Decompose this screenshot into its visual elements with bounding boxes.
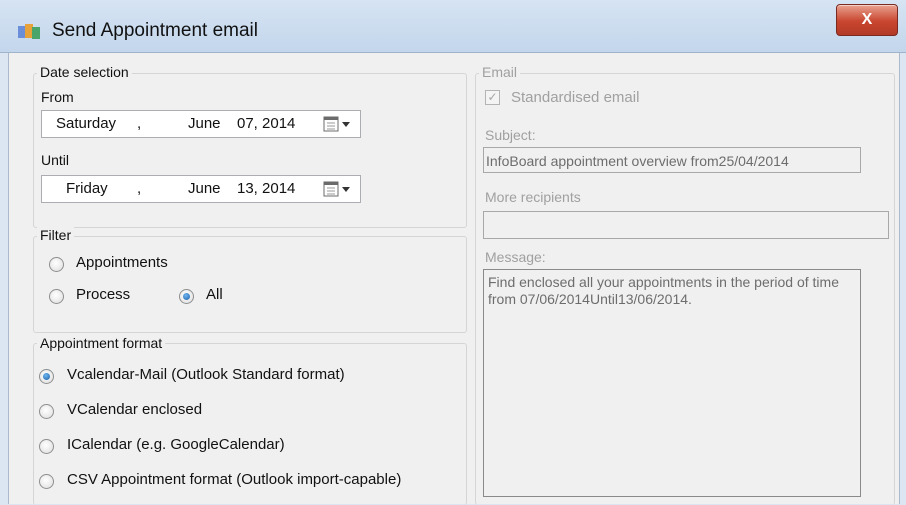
from-separator: ,	[137, 115, 142, 132]
radio-vcalendar-mail-label[interactable]: Vcalendar-Mail (Outlook Standard format)	[67, 366, 345, 384]
radio-appointments[interactable]	[49, 257, 64, 272]
radio-icalendar[interactable]	[39, 439, 54, 454]
radio-process[interactable]	[49, 289, 64, 304]
radio-icalendar-label[interactable]: ICalendar (e.g. GoogleCalendar)	[67, 436, 285, 454]
date-selection-group	[33, 73, 467, 228]
filter-legend: Filter	[37, 227, 75, 243]
radio-all[interactable]	[179, 289, 194, 304]
from-weekday: Saturday	[56, 115, 117, 132]
from-day-year: 07, 2014	[237, 115, 296, 132]
until-day-year: 13, 2014	[237, 180, 296, 197]
title-bar: Send Appointment email X	[0, 0, 906, 53]
dialog-body: Date selection From Saturday , June 07, …	[8, 53, 900, 505]
radio-appointments-label[interactable]: Appointments	[76, 254, 168, 272]
from-month: June	[188, 115, 221, 132]
until-month: June	[188, 180, 221, 197]
radio-vcalendar-enclosed[interactable]	[39, 404, 54, 419]
close-button[interactable]: X	[836, 4, 898, 36]
subject-label: Subject:	[485, 127, 536, 143]
message-label: Message:	[485, 249, 546, 265]
radio-process-label[interactable]: Process	[76, 286, 130, 304]
app-icon	[18, 24, 40, 39]
until-date-picker[interactable]: Friday , June 13, 2014	[41, 175, 361, 203]
calendar-dropdown-icon[interactable]	[322, 115, 354, 133]
standardised-email-checkbox[interactable]: ✓	[485, 90, 500, 105]
filter-group	[33, 236, 467, 333]
from-date-picker[interactable]: Saturday , June 07, 2014	[41, 110, 361, 138]
standardised-email-label[interactable]: Standardised email	[511, 89, 639, 107]
until-label: Until	[41, 152, 70, 168]
until-separator: ,	[137, 180, 142, 197]
radio-vcalendar-enclosed-label[interactable]: VCalendar enclosed	[67, 401, 202, 419]
radio-vcalendar-mail[interactable]	[39, 369, 54, 384]
radio-csv-format-label[interactable]: CSV Appointment format (Outlook import-c…	[67, 471, 401, 489]
appointment-format-legend: Appointment format	[37, 335, 166, 351]
from-label: From	[41, 89, 74, 105]
message-field[interactable]: Find enclosed all your appointments in t…	[483, 269, 861, 497]
email-legend: Email	[479, 64, 521, 80]
calendar-dropdown-icon[interactable]	[322, 180, 354, 198]
subject-field[interactable]: InfoBoard appointment overview from25/04…	[483, 147, 861, 173]
radio-csv-format[interactable]	[39, 474, 54, 489]
more-recipients-label: More recipients	[485, 189, 581, 205]
until-weekday: Friday	[66, 180, 108, 197]
radio-all-label[interactable]: All	[206, 286, 223, 304]
date-selection-legend: Date selection	[37, 64, 132, 80]
window-title: Send Appointment email	[52, 20, 258, 41]
more-recipients-field[interactable]	[483, 211, 889, 239]
